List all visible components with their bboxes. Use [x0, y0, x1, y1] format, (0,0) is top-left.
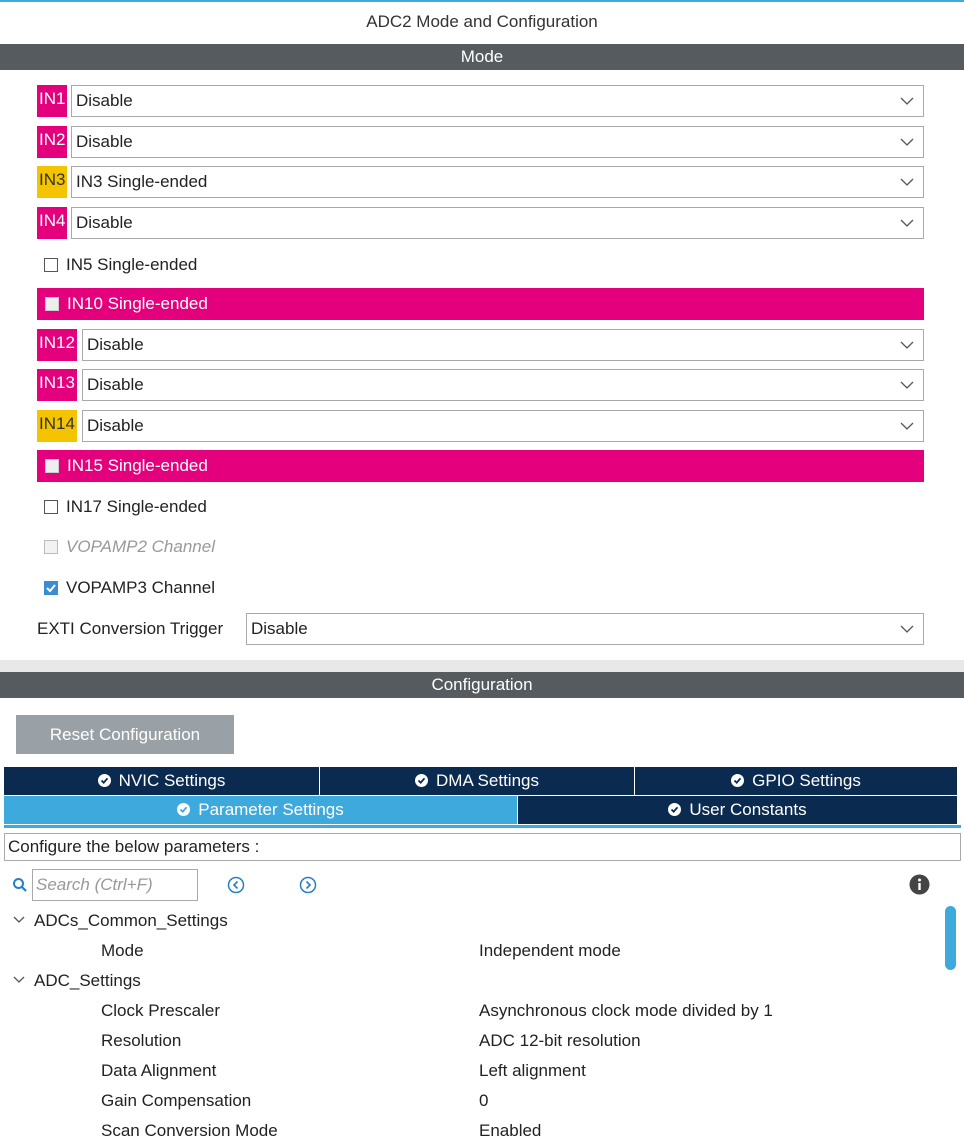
in10-label: IN10 Single-ended [67, 294, 208, 313]
in12-select[interactable]: Disable [82, 329, 924, 361]
in15-label: IN15 Single-ended [67, 456, 208, 475]
in4-select-value: Disable [76, 213, 133, 232]
in1-select-value: Disable [76, 91, 133, 110]
param-name: Resolution [101, 1031, 182, 1050]
search-input[interactable]: Search (Ctrl+F) [32, 869, 198, 901]
param-value[interactable]: Asynchronous clock mode divided by 1 [479, 996, 773, 1026]
chevron-down-icon [900, 138, 914, 146]
tab-parameter-label: Parameter Settings [198, 800, 344, 819]
in2-pin-label: IN2 [37, 126, 68, 158]
tree-group-label: ADCs_Common_Settings [34, 911, 228, 930]
window-title: ADC2 Mode and Configuration [366, 12, 598, 31]
in12-pin-label: IN12 [37, 329, 77, 361]
in13-select-value: Disable [87, 375, 144, 394]
check-circle-icon [415, 774, 428, 787]
in10-checkbox-row[interactable]: IN10 Single-ended [37, 288, 924, 320]
tab-nvic-settings[interactable]: NVIC Settings [4, 767, 320, 795]
in4-pin-label: IN4 [37, 207, 68, 239]
in12-select-value: Disable [87, 335, 144, 354]
check-circle-icon [97, 774, 111, 787]
in17-checkbox[interactable] [44, 500, 58, 514]
in17-label: IN17 Single-ended [66, 497, 207, 516]
section-divider [0, 660, 964, 672]
reset-configuration-button[interactable]: Reset Configuration [16, 715, 234, 754]
in14-select-value: Disable [87, 416, 144, 435]
chevron-down-icon [900, 625, 914, 633]
chevron-down-icon [900, 422, 914, 430]
chevron-down-icon [900, 178, 914, 186]
vopamp2-label: VOPAMP2 Channel [66, 537, 215, 556]
param-value[interactable]: ADC 12-bit resolution [479, 1026, 641, 1056]
parameters-description: Configure the below parameters : [4, 833, 961, 861]
tree-group-adc-settings[interactable]: ADC_Settings [12, 966, 912, 996]
vopamp2-checkbox-row: VOPAMP2 Channel [44, 533, 215, 561]
vopamp3-checkbox[interactable] [44, 581, 58, 595]
in13-select[interactable]: Disable [82, 369, 924, 401]
in14-pin-label: IN14 [37, 410, 77, 442]
param-name: Gain Compensation [101, 1091, 252, 1110]
param-name: Clock Prescaler [101, 1001, 221, 1020]
vopamp2-checkbox [44, 540, 58, 554]
chevron-down-icon [900, 219, 914, 227]
in17-checkbox-row[interactable]: IN17 Single-ended [44, 493, 207, 521]
in2-select-value: Disable [76, 132, 133, 151]
checkmark-icon [46, 584, 56, 593]
param-value[interactable]: Independent mode [479, 936, 621, 966]
in1-pin-label: IN1 [37, 85, 68, 117]
tab-dma-label: DMA Settings [436, 771, 539, 790]
chevron-down-icon [900, 381, 914, 389]
tab-gpio-settings[interactable]: GPIO Settings [635, 767, 957, 795]
in2-select[interactable]: Disable [71, 126, 924, 158]
in15-checkbox[interactable] [45, 459, 59, 473]
info-icon[interactable] [909, 874, 930, 895]
check-circle-icon [668, 803, 682, 816]
mode-section-header: Mode [0, 44, 964, 70]
tab-nvic-label: NVIC Settings [118, 771, 226, 790]
in1-select[interactable]: Disable [71, 85, 924, 117]
tab-underline [4, 825, 961, 828]
tree-group-label: ADC_Settings [34, 971, 141, 990]
tab-user-constants[interactable]: User Constants [518, 796, 957, 824]
chevron-down-icon [900, 97, 914, 105]
scrollbar-thumb[interactable] [945, 906, 956, 970]
previous-result-icon[interactable] [227, 876, 245, 894]
param-value[interactable]: Left alignment [479, 1056, 586, 1086]
in3-select-value: IN3 Single-ended [76, 172, 208, 191]
param-name: Data Alignment [101, 1061, 217, 1080]
check-circle-icon [177, 803, 191, 816]
in14-select[interactable]: Disable [82, 410, 924, 442]
param-value[interactable]: 0 [479, 1086, 488, 1116]
exti-trigger-value: Disable [251, 619, 308, 638]
tab-gpio-label: GPIO Settings [752, 771, 861, 790]
in4-select[interactable]: Disable [71, 207, 924, 239]
param-name: Mode [101, 941, 144, 960]
param-value[interactable]: Enabled [479, 1116, 541, 1146]
in5-checkbox-row[interactable]: IN5 Single-ended [44, 251, 197, 279]
in10-checkbox[interactable] [45, 297, 59, 311]
check-circle-icon [731, 774, 745, 787]
in3-select[interactable]: IN3 Single-ended [71, 166, 924, 198]
search-icon [13, 878, 27, 892]
tab-dma-settings[interactable]: DMA Settings [320, 767, 635, 795]
vopamp3-label: VOPAMP3 Channel [66, 578, 215, 597]
chevron-down-icon [13, 916, 25, 923]
tab-parameter-settings[interactable]: Parameter Settings [4, 796, 518, 824]
exti-trigger-label: EXTI Conversion Trigger [37, 619, 224, 638]
vopamp3-checkbox-row[interactable]: VOPAMP3 Channel [44, 574, 215, 602]
configuration-section-header: Configuration [0, 672, 964, 698]
chevron-down-icon [900, 341, 914, 349]
in3-pin-label: IN3 [37, 166, 68, 198]
tab-user-constants-label: User Constants [689, 800, 807, 819]
param-name: Scan Conversion Mode [101, 1121, 278, 1140]
tree-group-adcs-common[interactable]: ADCs_Common_Settings [12, 906, 912, 936]
exti-trigger-select[interactable]: Disable [246, 613, 924, 645]
in5-checkbox[interactable] [44, 258, 58, 272]
chevron-down-icon [13, 976, 25, 983]
in15-checkbox-row[interactable]: IN15 Single-ended [37, 450, 924, 482]
in13-pin-label: IN13 [37, 369, 77, 401]
next-result-icon[interactable] [299, 876, 317, 894]
in5-label: IN5 Single-ended [66, 255, 198, 274]
